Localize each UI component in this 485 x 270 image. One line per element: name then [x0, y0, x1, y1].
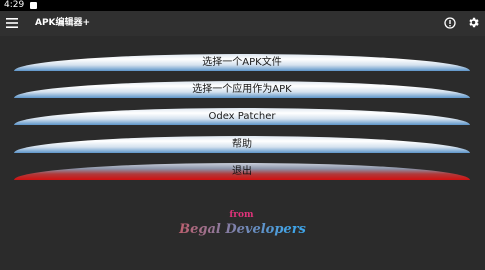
- exit-button[interactable]: 退出: [14, 163, 470, 180]
- app-bar: APK编辑器+: [0, 11, 485, 36]
- odex-patcher-button[interactable]: Odex Patcher: [14, 108, 470, 125]
- credit-name: Begal Developers: [0, 222, 485, 237]
- notification-icon: [30, 2, 38, 9]
- select-apk-button[interactable]: 选择一个APK文件: [14, 54, 470, 71]
- credit-from: from: [229, 210, 254, 220]
- app-title: APK编辑器+: [35, 18, 91, 28]
- help-button[interactable]: 帮助: [14, 136, 470, 153]
- settings-icon[interactable]: [467, 16, 480, 29]
- status-bar: 4:29: [0, 0, 485, 11]
- developer-credit: from Begal Developers: [0, 210, 485, 237]
- status-time: 4:29: [4, 0, 25, 10]
- info-icon[interactable]: [444, 17, 456, 29]
- menu-icon[interactable]: [6, 18, 18, 28]
- select-app-as-apk-button[interactable]: 选择一个应用作为APK: [14, 81, 470, 98]
